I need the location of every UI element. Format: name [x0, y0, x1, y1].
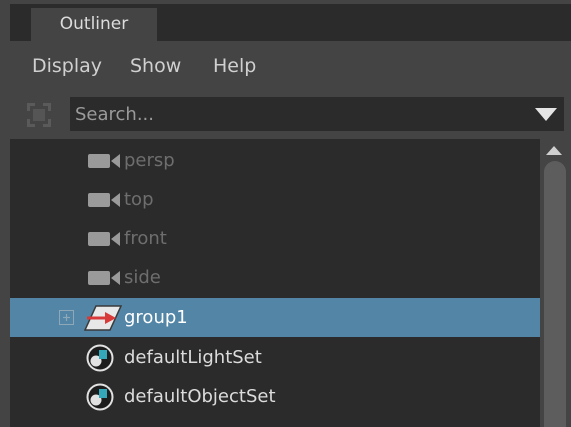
camera-icon [88, 232, 120, 246]
tab-outliner[interactable]: Outliner [31, 8, 157, 41]
expand-plus-icon[interactable] [59, 310, 74, 325]
search-box [70, 97, 564, 131]
tree-item-top[interactable]: top [10, 180, 540, 219]
search-input[interactable] [70, 97, 515, 131]
camera-icon [88, 193, 120, 207]
tree-item-persp[interactable]: persp [10, 141, 540, 180]
tab-strip: Outliner [10, 4, 571, 41]
vertical-scrollbar[interactable] [540, 139, 571, 427]
tree-item-group1[interactable]: group1 [10, 298, 540, 337]
tree-item-label: defaultLightSet [124, 347, 262, 368]
tree-item-label: defaultObjectSet [124, 386, 276, 407]
outliner-panel: Outliner Display Show Help persp [10, 4, 571, 427]
tree-item-side[interactable]: side [10, 258, 540, 297]
tree-item-label: top [124, 189, 154, 210]
menu-show[interactable]: Show [130, 55, 181, 77]
group-transform-icon [83, 305, 123, 331]
camera-icon [88, 154, 120, 168]
menu-help[interactable]: Help [213, 55, 256, 77]
filter-icon[interactable] [24, 100, 54, 130]
tree-item-front[interactable]: front [10, 219, 540, 258]
tree-item-label: group1 [124, 307, 188, 328]
tree-item-label: front [124, 228, 167, 249]
search-row [10, 93, 571, 137]
scroll-up-arrow-icon[interactable] [544, 143, 564, 157]
chevron-down-icon[interactable] [534, 105, 558, 123]
tree-item-label: persp [124, 150, 175, 171]
tree-item-label: side [124, 267, 161, 288]
tree-item-defaultobjectset[interactable]: defaultObjectSet [10, 377, 540, 416]
tree-item-defaultlightset[interactable]: defaultLightSet [10, 338, 540, 377]
outliner-tree: persp top front side group1 defaultLight… [10, 139, 540, 427]
camera-icon [88, 271, 120, 285]
set-icon [86, 344, 114, 372]
set-icon [86, 383, 114, 411]
menu-display[interactable]: Display [32, 55, 102, 77]
scrollbar-thumb[interactable] [544, 161, 566, 427]
menu-bar: Display Show Help [10, 41, 571, 93]
